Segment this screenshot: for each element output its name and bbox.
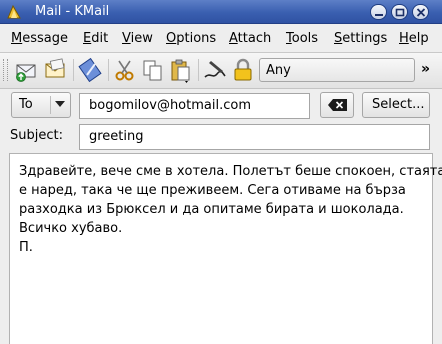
kmail-app-icon[interactable] xyxy=(6,4,22,20)
subject-field[interactable]: greeting xyxy=(79,124,430,150)
chevron-down-icon xyxy=(55,101,65,107)
send-icon[interactable] xyxy=(13,57,39,83)
menu-view[interactable]: View xyxy=(122,31,153,46)
toolbar-separator xyxy=(198,59,199,81)
close-button[interactable] xyxy=(412,4,429,20)
menu-message[interactable]: Message xyxy=(11,31,68,46)
menu-tools[interactable]: Tools xyxy=(286,31,318,46)
paste-icon[interactable] xyxy=(168,57,194,83)
select-divider xyxy=(50,96,51,114)
message-line: разходка из Брюксел и да опитаме бирата … xyxy=(19,202,404,217)
clear-left-icon xyxy=(328,99,347,111)
encrypt-icon[interactable] xyxy=(230,57,256,83)
menu-edit[interactable]: Edit xyxy=(83,31,108,46)
toolbar-overflow-button[interactable]: » xyxy=(421,61,430,77)
minimize-icon xyxy=(375,14,383,16)
toolbar-separator xyxy=(108,59,109,81)
message-line: Всичко хубаво. xyxy=(19,221,123,236)
crypto-format-combo[interactable]: Any xyxy=(259,58,415,82)
maximize-icon xyxy=(395,8,405,17)
menu-bar: Message Edit View Options Attach Tools S… xyxy=(0,25,442,53)
queue-icon[interactable] xyxy=(42,57,68,83)
to-field[interactable]: bogomilov@hotmail.com xyxy=(79,93,310,119)
window-title: Mail - KMail xyxy=(35,4,110,19)
menu-options[interactable]: Options xyxy=(166,31,216,46)
message-line: Здравейте, вече сме в хотела. Полетът бе… xyxy=(19,164,442,179)
cut-icon[interactable] xyxy=(112,57,138,83)
menu-settings[interactable]: Settings xyxy=(334,31,387,46)
minimize-button[interactable] xyxy=(370,4,387,20)
select-recipients-button[interactable]: Select... xyxy=(362,92,430,118)
maximize-button[interactable] xyxy=(391,4,408,20)
menu-help[interactable]: Help xyxy=(399,31,429,46)
clear-recipient-button[interactable] xyxy=(320,92,354,118)
attach-icon[interactable] xyxy=(78,57,104,83)
title-bar[interactable]: Mail - KMail xyxy=(0,0,442,24)
sign-icon[interactable] xyxy=(202,57,228,83)
toolbar-grip[interactable] xyxy=(3,59,8,81)
close-icon xyxy=(416,8,426,17)
toolbar-separator xyxy=(73,59,74,81)
subject-label: Subject: xyxy=(10,128,63,143)
menu-attach[interactable]: Attach xyxy=(229,31,271,46)
recipient-type-value: To xyxy=(19,97,33,112)
copy-icon[interactable] xyxy=(140,57,166,83)
message-line: П. xyxy=(19,240,33,255)
recipient-type-select[interactable]: To xyxy=(11,92,71,118)
message-body-editor[interactable]: Здравейте, вече сме в хотела. Полетът бе… xyxy=(9,153,442,344)
message-line: е наред, така че ще преживеем. Сега отив… xyxy=(19,183,406,198)
